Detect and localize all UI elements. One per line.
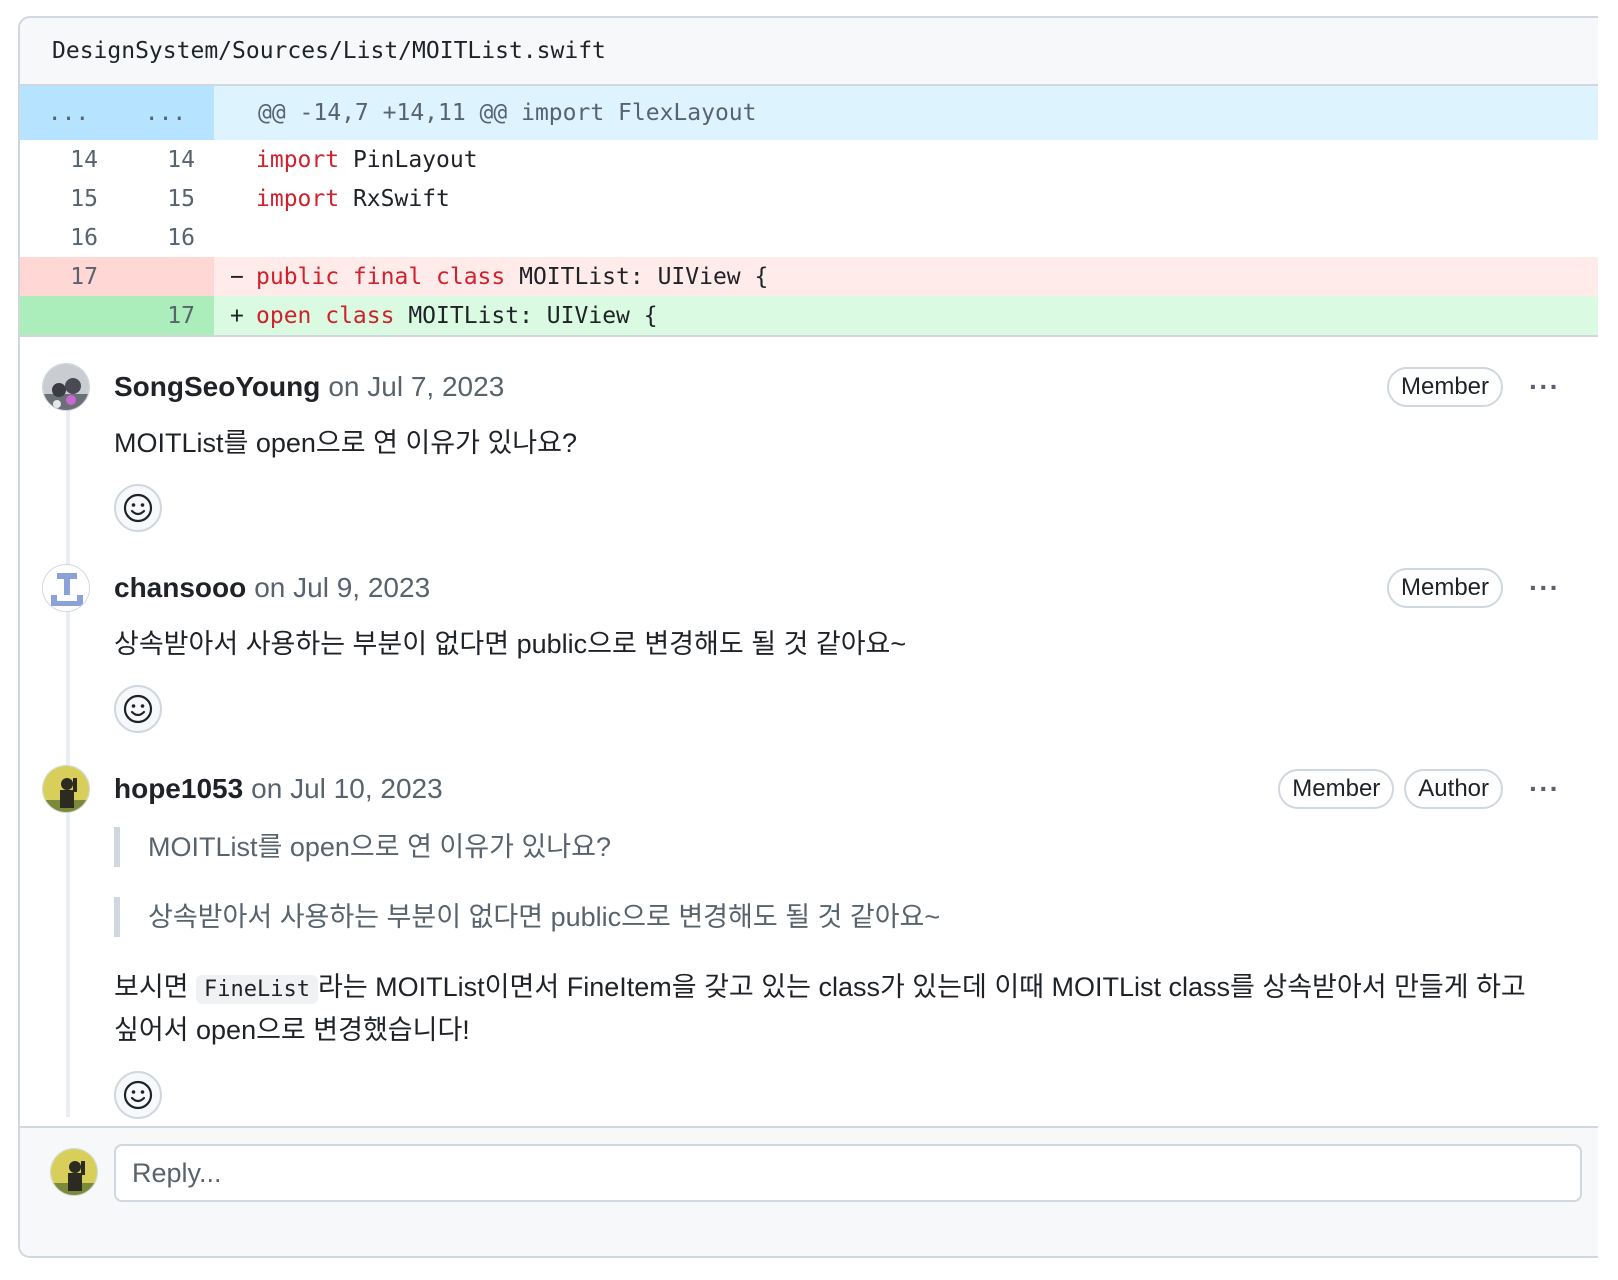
- code-keyword: import: [256, 185, 340, 212]
- file-path-header[interactable]: DesignSystem/Sources/List/MOITList.swift: [20, 18, 1598, 86]
- code-keyword: import: [256, 146, 340, 173]
- avatar[interactable]: [42, 765, 90, 813]
- code-text: MOITList: UIView {: [394, 302, 658, 329]
- new-line-number[interactable]: 15: [98, 186, 195, 212]
- diff-line: 16 16: [20, 218, 1598, 257]
- quoted-reply: MOITList를 open으로 연 이유가 있나요?: [114, 827, 1598, 867]
- more-options-icon[interactable]: ···: [1529, 572, 1560, 604]
- diff-line-deleted: 17 − public final class MOITList: UIView …: [20, 257, 1598, 296]
- diff-line: 14 14 import PinLayout: [20, 140, 1598, 179]
- more-options-icon[interactable]: ···: [1529, 773, 1560, 805]
- code-text: RxSwift: [339, 185, 450, 212]
- old-line-number[interactable]: 16: [20, 225, 98, 251]
- avatar-photo-icon: [43, 766, 89, 812]
- add-reaction-button[interactable]: [114, 685, 162, 733]
- avatar-photo-icon: [43, 364, 89, 410]
- comment: chansooo on Jul 9, 2023 Member ··· 상속받아서…: [20, 564, 1598, 733]
- diff-view: ... ... @@ -14,7 +14,11 @@ import FlexLa…: [20, 86, 1598, 337]
- comment-body: 상속받아서 사용하는 부분이 없다면 public으로 변경해도 될 것 같아요…: [114, 629, 907, 659]
- inline-code: FineList: [196, 975, 318, 1004]
- new-line-number[interactable]: 16: [98, 225, 195, 251]
- comment-author[interactable]: hope1053: [114, 773, 243, 805]
- current-user-avatar[interactable]: [50, 1148, 98, 1196]
- file-path[interactable]: DesignSystem/Sources/List/MOITList.swift: [52, 38, 606, 64]
- old-line-number[interactable]: 17: [20, 264, 98, 290]
- comment-author[interactable]: SongSeoYoung: [114, 371, 320, 403]
- body-text: 보시면: [114, 972, 197, 1002]
- member-badge: Member: [1278, 769, 1395, 809]
- reply-input[interactable]: [114, 1144, 1582, 1202]
- more-options-icon[interactable]: ···: [1529, 371, 1560, 403]
- comment-body: 보시면 FineList 라는 MOITList이면서 FineItem을 갖고 …: [114, 967, 1534, 1051]
- hunk-header-row: ... ... @@ -14,7 +14,11 @@ import FlexLa…: [20, 86, 1598, 140]
- body-text: 라는 MOITList이면서 FineItem을 갖고 있는 class가 있는…: [114, 972, 1526, 1045]
- comment: hope1053 on Jul 10, 2023 Member Author ·…: [20, 765, 1598, 1119]
- code-text: MOITList: UIView {: [505, 263, 769, 290]
- quoted-reply: 상속받아서 사용하는 부분이 없다면 public으로 변경해도 될 것 같아요…: [114, 897, 1598, 937]
- member-badge: Member: [1386, 367, 1504, 407]
- author-badge: Author: [1404, 769, 1504, 809]
- smiley-icon: [123, 1080, 153, 1110]
- avatar[interactable]: [42, 564, 90, 612]
- expand-left[interactable]: ...: [48, 100, 90, 126]
- smiley-icon: [123, 493, 153, 523]
- code-keyword: open class: [256, 302, 395, 329]
- add-reaction-button[interactable]: [114, 484, 162, 532]
- member-badge: Member: [1386, 568, 1504, 608]
- hunk-header-text: @@ -14,7 +14,11 @@ import FlexLayout: [258, 100, 757, 126]
- review-thread-panel: DesignSystem/Sources/List/MOITList.swift…: [18, 16, 1598, 1258]
- diff-line-added: 17 + open class MOITList: UIView {: [20, 296, 1598, 335]
- comment-date[interactable]: on Jul 7, 2023: [328, 371, 504, 403]
- add-reaction-button[interactable]: [114, 1071, 162, 1119]
- comment-author[interactable]: chansooo: [114, 572, 246, 604]
- avatar-photo-icon: [51, 1149, 97, 1195]
- comment-date[interactable]: on Jul 10, 2023: [251, 773, 443, 805]
- comment-body: MOITList를 open으로 연 이유가 있나요?: [114, 428, 577, 458]
- reply-bar: [20, 1126, 1598, 1256]
- old-line-number[interactable]: 15: [20, 186, 98, 212]
- identicon-icon: [43, 565, 89, 611]
- old-line-number[interactable]: 14: [20, 147, 98, 173]
- smiley-icon: [123, 694, 153, 724]
- diff-line: 15 15 import RxSwift: [20, 179, 1598, 218]
- plus-sign: +: [230, 302, 244, 329]
- code-keyword: public final class: [256, 263, 506, 290]
- comment-date[interactable]: on Jul 9, 2023: [254, 572, 430, 604]
- comment: SongSeoYoung on Jul 7, 2023 Member ··· M…: [20, 363, 1598, 532]
- new-line-number[interactable]: 17: [98, 303, 195, 329]
- comment-thread: SongSeoYoung on Jul 7, 2023 Member ··· M…: [20, 337, 1598, 1119]
- hunk-expand-gutter[interactable]: ... ...: [20, 86, 214, 140]
- code-text: PinLayout: [339, 146, 478, 173]
- expand-right[interactable]: ...: [145, 100, 187, 126]
- new-line-number[interactable]: 14: [98, 147, 195, 173]
- minus-sign: −: [230, 263, 244, 290]
- avatar[interactable]: [42, 363, 90, 411]
